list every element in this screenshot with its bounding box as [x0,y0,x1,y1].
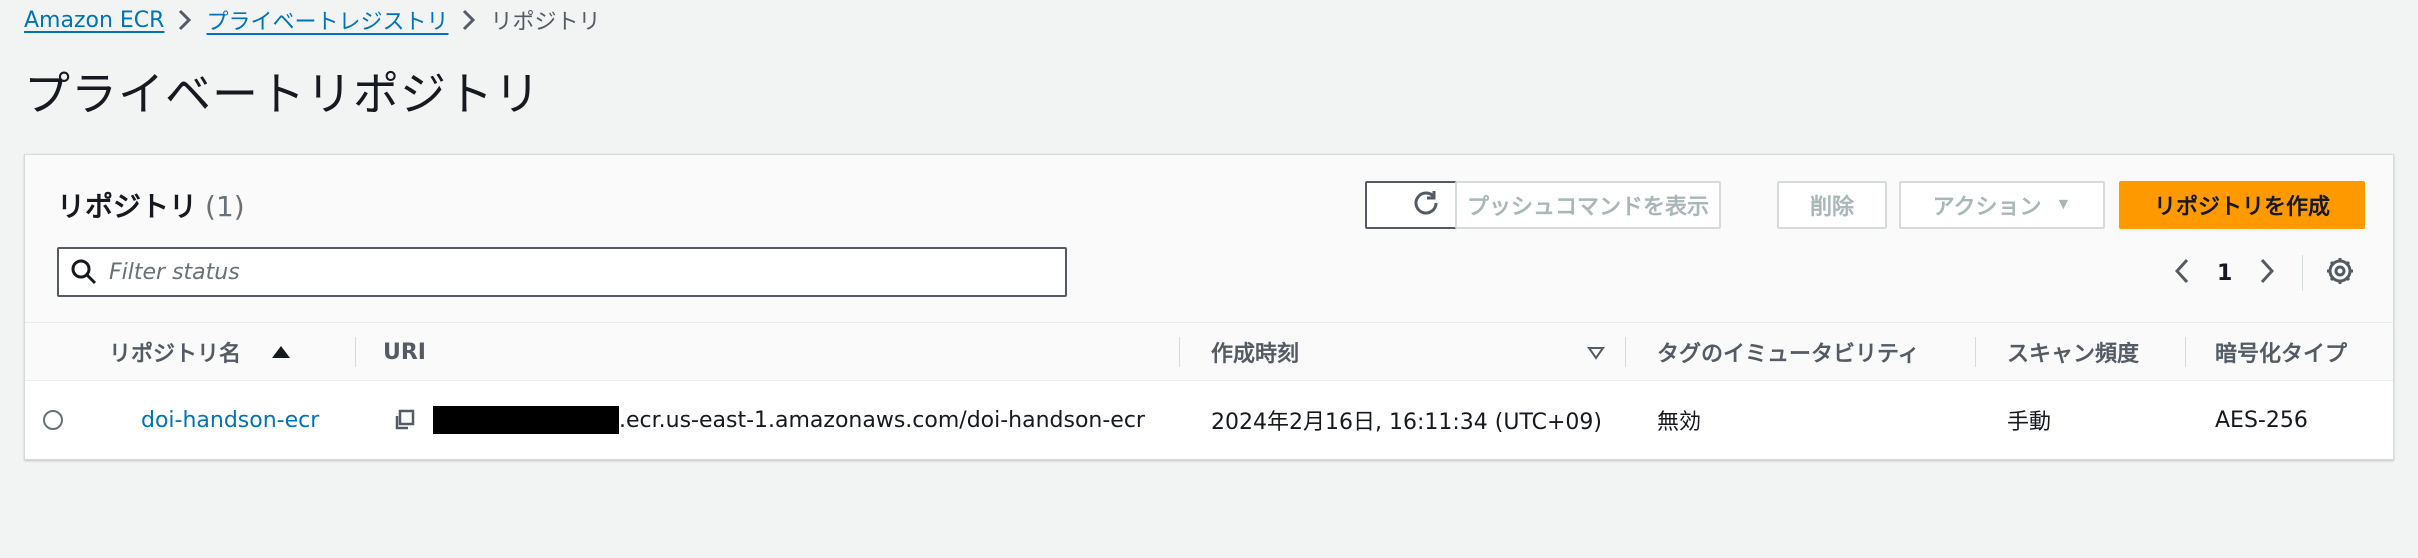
refresh-icon [1412,188,1440,222]
chevron-right-icon [462,9,476,31]
filter-box [57,247,1067,297]
table-header: リポジトリ名 URI 作成時刻 タグのイミュータビリティ スキャン頻度 暗号化タ… [25,323,2393,381]
uri-text: .ecr.us-east-1.amazonaws.com/doi-handson… [619,407,1145,433]
chevron-right-icon [178,9,192,31]
actions-dropdown[interactable]: アクション ▼ [1899,181,2105,229]
breadcrumb-amazon-ecr[interactable]: Amazon ECR [24,8,164,33]
page-title: プライベートリポジトリ [24,67,541,121]
create-repository-button[interactable]: リポジトリを作成 [2119,181,2365,229]
radio-button[interactable] [43,410,63,430]
column-header-encryption[interactable]: 暗号化タイプ [2215,323,2347,381]
panel-title: リポジトリ (1) [57,185,245,225]
repository-name-link[interactable]: doi-handson-ecr [141,408,319,433]
column-header-created[interactable]: 作成時刻 [1211,323,1299,381]
repositories-panel: リポジトリ (1) プッシュコマンドを表示 削除 アクション ▼ リポジトリを作成… [24,154,2394,460]
breadcrumb: Amazon ECR プライベートレジストリ リポジトリ [24,2,601,38]
actions-label: アクション [1932,194,2042,219]
column-header-uri[interactable]: URI [383,323,426,381]
breadcrumb-private-registry[interactable]: プライベートレジストリ [206,4,448,36]
copy-icon[interactable] [393,409,415,431]
sort-descending-icon[interactable] [1587,345,1605,364]
pager-divider [2302,255,2304,291]
pagination: 1 [2174,255,2355,291]
scan-frequency-cell: 手動 [2007,410,2052,435]
panel-header: リポジトリ (1) プッシュコマンドを表示 削除 アクション ▼ リポジトリを作成… [25,155,2393,323]
breadcrumb-current: リポジトリ [490,10,601,35]
column-header-name[interactable]: リポジトリ名 [109,323,291,381]
column-separator [1975,337,1976,367]
view-push-commands-button[interactable]: プッシュコマンドを表示 [1455,181,1721,229]
filter-input[interactable] [109,259,1009,285]
column-separator [2185,337,2186,367]
column-header-tag-mutability[interactable]: タグのイミュータビリティ [1657,323,1920,381]
column-header-scan[interactable]: スキャン頻度 [2007,323,2139,381]
uri-cell: .ecr.us-east-1.amazonaws.com/doi-handson… [393,381,1145,459]
repository-count: (1) [205,190,245,223]
column-separator [1179,337,1180,367]
sort-ascending-icon [271,345,291,359]
settings-gear-icon[interactable] [2325,256,2355,290]
created-at-cell: 2024年2月16日, 16:11:34 (UTC+09) [1211,410,1602,435]
column-header-name-label: リポジトリ名 [109,342,242,367]
search-icon [71,259,97,285]
row-select-radio[interactable] [43,381,63,459]
caret-down-icon: ▼ [2055,196,2072,213]
next-page-icon[interactable] [2260,258,2275,288]
current-page[interactable]: 1 [2217,261,2232,286]
column-separator [1625,337,1626,367]
repository-name-cell: doi-handson-ecr [141,381,319,459]
table-row: doi-handson-ecr .ecr.us-east-1.amazonaws… [25,381,2393,459]
column-separator [355,337,356,367]
previous-page-icon[interactable] [2174,258,2189,288]
delete-button[interactable]: 削除 [1777,181,1887,229]
panel-title-text: リポジトリ [57,190,198,223]
encryption-type-cell: AES-256 [2215,407,2308,433]
redacted-account-id [433,406,619,434]
tag-mutability-cell: 無効 [1657,410,1702,435]
